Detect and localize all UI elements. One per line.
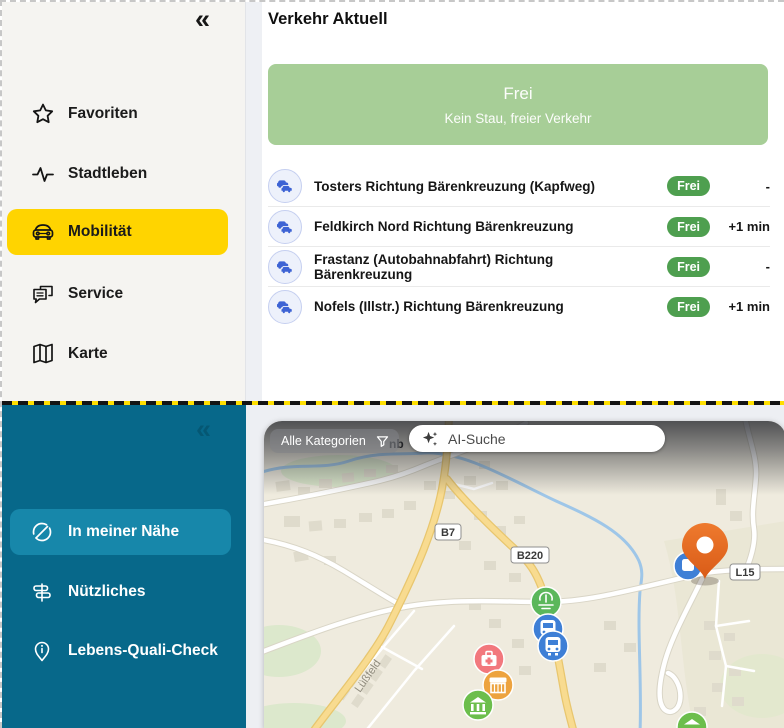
route-label: Tosters Richtung Bärenkreuzung (Kapfweg)	[314, 178, 596, 194]
sidebar-nearby: « In meiner Nähe Nützliches Lebens-Quali…	[2, 405, 246, 728]
map-marker-fountain[interactable]	[530, 586, 562, 618]
traffic-route-row[interactable]: Tosters Richtung Bärenkreuzung (Kapfweg)…	[268, 166, 770, 206]
status-badge: Frei	[667, 216, 710, 237]
car-icon	[32, 224, 54, 240]
traffic-route-list: Tosters Richtung Bärenkreuzung (Kapfweg)…	[268, 166, 770, 326]
svg-text:B7: B7	[441, 527, 455, 539]
road-shield-b220: B220	[510, 546, 550, 564]
star-icon	[32, 103, 54, 124]
road-shield-b7: B7	[434, 523, 462, 541]
sidebar-item-label: In meiner Nähe	[68, 523, 180, 540]
sidebar-item-in-meiner-naehe[interactable]: In meiner Nähe	[10, 509, 231, 555]
route-label: Frastanz (Autobahnabfahrt) Richtung Bäre…	[314, 251, 554, 282]
sidebar-item-label: Lebens-Quali-Check	[68, 642, 218, 659]
sidebar-item-mobilitaet[interactable]: Mobilität	[7, 209, 228, 255]
traffic-cars-icon	[268, 169, 302, 203]
collapse-sidebar-button[interactable]: «	[196, 416, 211, 443]
sidebar-item-stadtleben[interactable]: Stadtleben	[2, 152, 245, 196]
status-subtitle: Kein Stau, freier Verkehr	[444, 110, 592, 126]
ai-search-input[interactable]: AI-Suche	[409, 425, 665, 452]
map-icon	[33, 343, 53, 364]
sidebar-item-label: Favoriten	[68, 105, 138, 122]
activity-icon	[32, 167, 54, 182]
app-window: « Favoriten Stadtleben Mobilität Service…	[0, 0, 784, 728]
sidebar-item-label: Karte	[68, 345, 108, 362]
signpost-icon	[33, 583, 51, 602]
delay-value: +1 min	[728, 219, 770, 234]
sidebar-gap	[245, 2, 262, 401]
traffic-route-row[interactable]: Feldkirch Nord Richtung Bärenkreuzung Fr…	[268, 206, 770, 246]
map-marker-museum[interactable]	[462, 689, 494, 721]
traffic-status-banner: Frei Kein Stau, freier Verkehr	[268, 64, 768, 145]
collapse-sidebar-button[interactable]: «	[195, 6, 210, 33]
sidebar-item-label: Service	[68, 285, 124, 302]
near-me-icon	[32, 522, 52, 542]
chat-bubbles-icon	[33, 285, 53, 304]
pin-info-icon	[34, 641, 50, 662]
search-placeholder: AI-Suche	[448, 430, 506, 447]
delay-value: -	[765, 259, 770, 274]
status-badge: Frei	[667, 176, 710, 196]
category-filter-label: Alle Kategorien	[281, 434, 366, 448]
traffic-route-row[interactable]: Frastanz (Autobahnabfahrt) Richtung Bäre…	[268, 246, 770, 286]
sidebar-item-nuetzliches[interactable]: Nützliches	[2, 570, 246, 614]
sidebar-item-lebens-quali-check[interactable]: Lebens-Quali-Check	[2, 629, 246, 673]
svg-text:B220: B220	[517, 550, 543, 562]
traffic-panel: Verkehr Aktuell Frei Kein Stau, freier V…	[262, 2, 784, 401]
status-badge: Frei	[667, 296, 710, 317]
traffic-cars-icon	[268, 209, 302, 244]
traffic-cars-icon	[268, 249, 302, 284]
sidebar-item-favoriten[interactable]: Favoriten	[2, 92, 245, 136]
sidebar-item-label: Nützliches	[68, 583, 146, 600]
map-canvas[interactable]: nb Lüßfeld B7 B220 L15	[264, 421, 784, 728]
road-shield-l15: L15	[729, 563, 761, 581]
map-container: nb Lüßfeld B7 B220 L15	[264, 421, 784, 728]
sidebar-item-service[interactable]: Service	[2, 272, 245, 316]
sparkle-icon	[422, 431, 438, 446]
status-badge: Frei	[667, 256, 710, 277]
traffic-cars-icon	[268, 289, 302, 324]
route-label: Feldkirch Nord Richtung Bärenkreuzung	[314, 219, 574, 234]
top-section: « Favoriten Stadtleben Mobilität Service…	[2, 2, 784, 401]
status-title: Frei	[503, 83, 533, 103]
delay-value: +1 min	[728, 299, 770, 314]
sidebar-item-karte[interactable]: Karte	[2, 332, 245, 376]
route-label: Nofels (Illstr.) Richtung Bärenkreuzung	[314, 299, 564, 314]
traffic-route-row[interactable]: Nofels (Illstr.) Richtung Bärenkreuzung …	[268, 286, 770, 326]
sidebar-main: « Favoriten Stadtleben Mobilität Service…	[2, 2, 245, 401]
sidebar-item-label: Stadtleben	[68, 165, 148, 182]
filter-icon	[376, 435, 389, 447]
svg-text:L15: L15	[736, 567, 755, 579]
category-filter-button[interactable]: Alle Kategorien	[270, 429, 399, 453]
delay-value: -	[765, 178, 770, 194]
sidebar-item-label: Mobilität	[68, 223, 132, 240]
map-marker-bus[interactable]	[537, 630, 569, 662]
bottom-section: « In meiner Nähe Nützliches Lebens-Quali…	[2, 405, 784, 728]
page-title: Verkehr Aktuell	[268, 10, 388, 28]
